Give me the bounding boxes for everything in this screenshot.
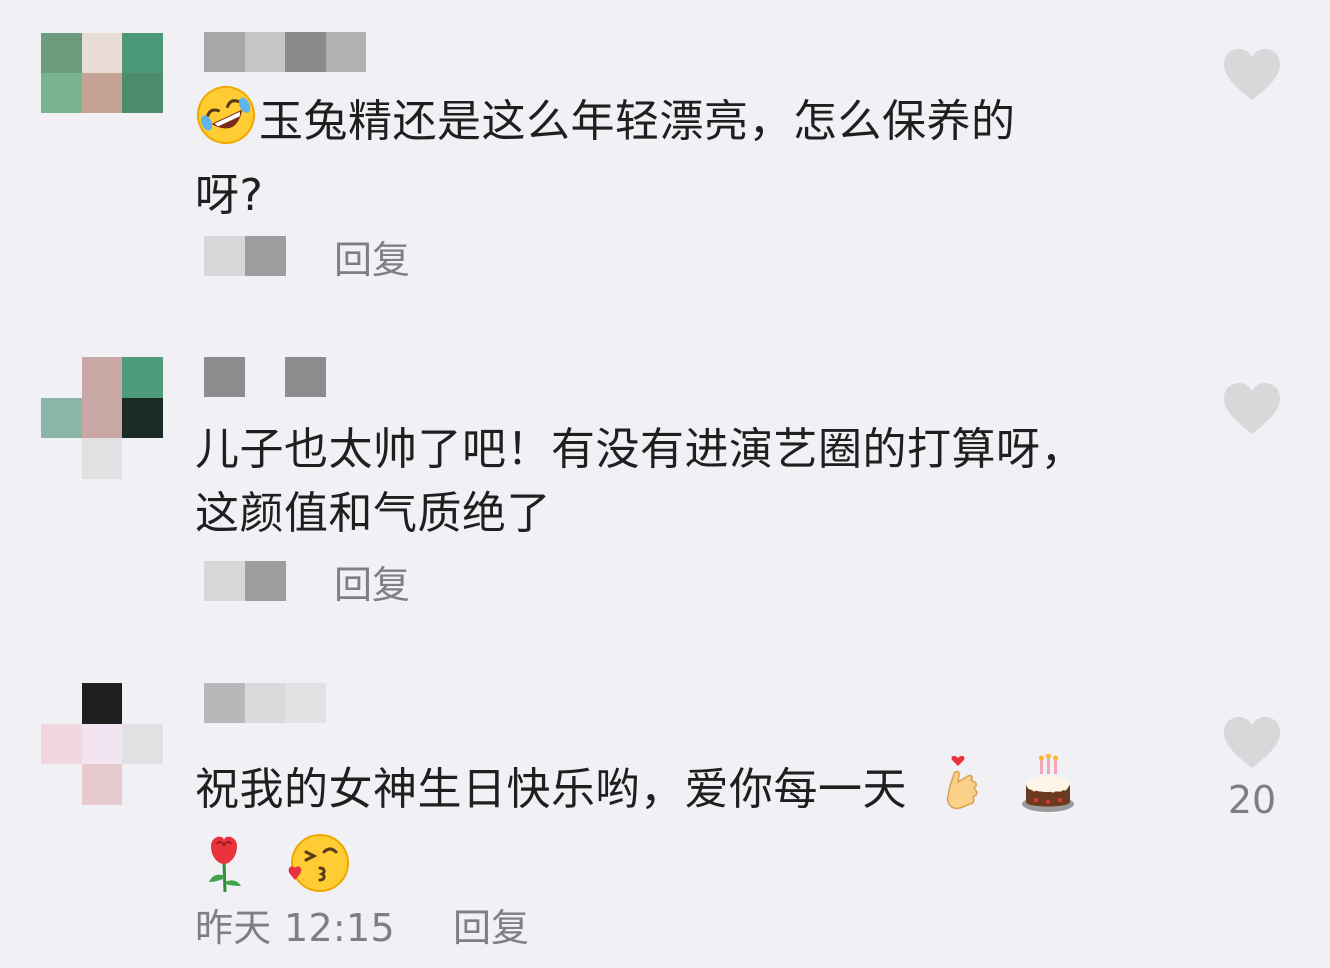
- hand-with-heart-icon: [940, 752, 986, 832]
- avatar[interactable]: [41, 683, 163, 805]
- like-button[interactable]: [1222, 382, 1282, 440]
- reply-button[interactable]: 回复: [453, 897, 529, 952]
- rolling-on-floor-laughing-icon: [195, 84, 257, 164]
- avatar[interactable]: [41, 33, 163, 155]
- comment-meta: 昨天 12:15 回复: [195, 903, 529, 950]
- heart-icon: [1224, 717, 1280, 768]
- comment-meta: 回复: [204, 560, 410, 607]
- comment-text: 玉兔精还是这么年轻漂亮，怎么保养的 呀?: [195, 84, 1155, 228]
- comment-text: 儿子也太帅了吧！有没有进演艺圈的打算呀， 这颜值和气质绝了: [195, 424, 1085, 539]
- birthday-cake-icon: [1020, 753, 1076, 832]
- username-blurred[interactable]: [204, 357, 326, 397]
- heart-icon: [1224, 49, 1280, 100]
- username-blurred[interactable]: [204, 32, 366, 72]
- reply-button[interactable]: 回复: [334, 229, 410, 284]
- like-count: 20: [1227, 778, 1277, 822]
- heart-icon: [1224, 383, 1280, 434]
- like-button[interactable]: [1222, 716, 1282, 774]
- timestamp: 昨天 12:15: [195, 905, 395, 950]
- comment-text: 祝我的女神生日快乐哟，爱你每一天: [195, 752, 1155, 912]
- comment-meta: 回复: [204, 235, 410, 282]
- avatar[interactable]: [41, 357, 163, 479]
- reply-button[interactable]: 回复: [334, 554, 410, 609]
- like-button[interactable]: [1222, 48, 1282, 106]
- timestamp-blurred: [204, 236, 286, 276]
- timestamp-blurred: [204, 561, 286, 601]
- username-blurred[interactable]: [204, 683, 326, 723]
